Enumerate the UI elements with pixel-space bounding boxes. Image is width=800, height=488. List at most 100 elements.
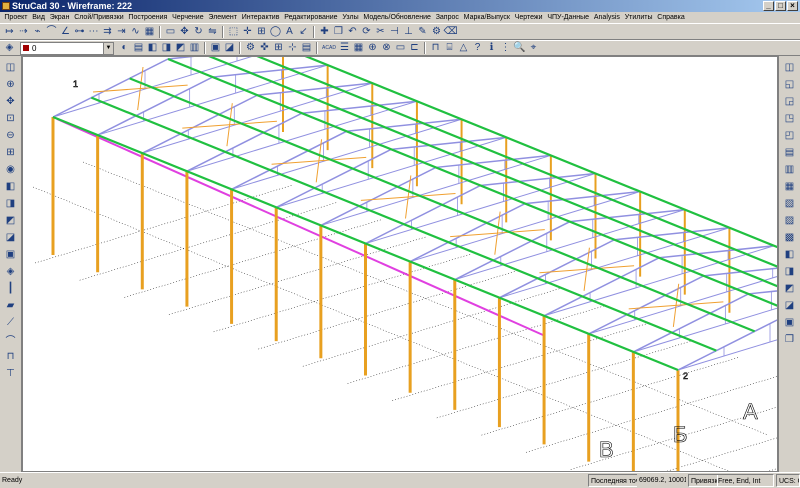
assembly-icon[interactable]: ◰ xyxy=(783,128,797,142)
nc-icon[interactable]: ◪ xyxy=(783,298,797,312)
target-icon[interactable]: ◉ xyxy=(4,162,18,176)
crosshair-icon[interactable]: ⌖ xyxy=(527,42,540,55)
layer-stack-icon[interactable]: ▤ xyxy=(132,42,145,55)
view-side-icon[interactable]: ◪ xyxy=(4,230,18,244)
plate-icon[interactable]: ▭ xyxy=(394,42,407,55)
polyline-icon[interactable]: ⌁ xyxy=(31,25,44,38)
stair-icon[interactable]: ⌸ xyxy=(443,42,456,55)
schedule-icon[interactable]: ☰ xyxy=(338,42,351,55)
pan-icon[interactable]: ✥ xyxy=(4,94,18,108)
zoom-out-icon[interactable]: ⊖ xyxy=(4,128,18,142)
zoom-icon[interactable]: 🔍 xyxy=(513,42,526,55)
snap-settings-icon[interactable]: ✜ xyxy=(258,42,271,55)
menu-help[interactable]: Справка xyxy=(655,12,687,23)
report-icon[interactable]: ▦ xyxy=(352,42,365,55)
pen-icon[interactable]: ✎ xyxy=(416,25,429,38)
menu-cnc-data[interactable]: ЧПУ-Данные xyxy=(545,12,592,23)
copy-icon[interactable]: ❐ xyxy=(332,25,345,38)
menu-element[interactable]: Элемент xyxy=(206,12,239,23)
menu-nodes[interactable]: Узлы xyxy=(340,12,361,23)
mirror-icon[interactable]: ⇋ xyxy=(206,25,219,38)
properties-icon[interactable]: ⚙ xyxy=(430,25,443,38)
zoom-in-icon[interactable]: ⊕ xyxy=(4,77,18,91)
view-iso-icon[interactable]: ◈ xyxy=(4,264,18,278)
menu-edit[interactable]: Редактирование xyxy=(282,12,340,23)
arc-icon[interactable]: ⌒ xyxy=(45,25,58,38)
layer-color-icon[interactable]: ◩ xyxy=(174,42,187,55)
layer-lock-icon[interactable]: ◨ xyxy=(160,42,173,55)
drawing-icon[interactable]: ▤ xyxy=(783,145,797,159)
arrow-line-icon[interactable]: ⇢ xyxy=(17,25,30,38)
menu-utilities[interactable]: Утилиты xyxy=(622,12,655,23)
hatch-icon[interactable]: ▦ xyxy=(143,25,156,38)
extend-icon[interactable]: ⇥ xyxy=(115,25,128,38)
bolt-list-icon[interactable]: ⋮ xyxy=(499,42,512,55)
brace-icon[interactable]: ⟋ xyxy=(4,315,18,329)
region-icon[interactable]: ⬚ xyxy=(227,25,240,38)
spline-icon[interactable]: ∿ xyxy=(129,25,142,38)
ortho-icon[interactable]: ⊹ xyxy=(286,42,299,55)
wireframe-3d-model[interactable]: А Б В 1 2 xyxy=(23,57,778,472)
point-icon[interactable]: ✛ xyxy=(241,25,254,38)
beam-icon[interactable]: ⊤ xyxy=(4,366,18,380)
import-icon[interactable]: ◩ xyxy=(783,281,797,295)
weld-detail-icon[interactable]: ◧ xyxy=(783,247,797,261)
weld-icon[interactable]: ⊗ xyxy=(380,42,393,55)
menu-query[interactable]: Запрос xyxy=(433,12,461,23)
layer-freeze-icon[interactable]: ◧ xyxy=(146,42,159,55)
clipboard-icon[interactable]: ❐ xyxy=(783,332,797,346)
angle-icon[interactable]: ∠ xyxy=(59,25,72,38)
menu-project[interactable]: Проект xyxy=(2,12,30,23)
layer-manager-icon[interactable]: ◈ xyxy=(3,42,16,55)
view-toggle-icon[interactable]: ◧ xyxy=(4,179,18,193)
menu-construction[interactable]: Построения xyxy=(126,12,170,23)
detail-icon[interactable]: ▦ xyxy=(783,179,797,193)
maximize-button[interactable]: □ xyxy=(775,1,786,11)
menu-model-update[interactable]: Модель/Обновление xyxy=(361,12,433,23)
cut-icon[interactable]: ✂ xyxy=(374,25,387,38)
info-icon[interactable]: ℹ xyxy=(485,42,498,55)
parts-list-icon[interactable]: ▨ xyxy=(783,213,797,227)
model-viewport[interactable]: А Б В 1 2 xyxy=(22,56,778,472)
bolt-detail-icon[interactable]: ▩ xyxy=(783,230,797,244)
dimension-icon[interactable]: ⊞ xyxy=(255,25,268,38)
minimize-button[interactable]: _ xyxy=(763,1,774,11)
menu-view[interactable]: Вид xyxy=(30,12,47,23)
close-button[interactable]: × xyxy=(787,1,798,11)
leader-icon[interactable]: ↙ xyxy=(297,25,310,38)
section-icon[interactable]: ⊏ xyxy=(408,42,421,55)
undo-icon[interactable]: ↶ xyxy=(346,25,359,38)
rectangle-icon[interactable]: ▭ xyxy=(164,25,177,38)
line-tool-icon[interactable]: ↦ xyxy=(3,25,16,38)
menu-drafting[interactable]: Черчение xyxy=(170,12,206,23)
arch-icon[interactable]: ⌒ xyxy=(4,332,18,347)
node-icon[interactable]: ⊶ xyxy=(73,25,86,38)
isolate-icon[interactable]: ◪ xyxy=(223,42,236,55)
render-icon[interactable]: ◨ xyxy=(4,196,18,210)
marking-icon[interactable]: ▧ xyxy=(783,196,797,210)
layer-select[interactable]: 0 ▼ xyxy=(20,41,114,55)
menu-interactive[interactable]: Интерактив xyxy=(239,12,281,23)
grid-icon[interactable]: ⊞ xyxy=(272,42,285,55)
view-front-icon[interactable]: ◩ xyxy=(4,213,18,227)
view-cube-icon[interactable]: ◫ xyxy=(4,60,18,74)
layer-on-icon[interactable]: ◐ xyxy=(118,42,131,55)
table-icon[interactable]: ▤ xyxy=(300,42,313,55)
refresh-icon[interactable]: ⟳ xyxy=(360,25,373,38)
offset-icon[interactable]: ⇉ xyxy=(101,25,114,38)
menu-mark-issue[interactable]: Марка/Выпуск xyxy=(461,12,512,23)
title-bar[interactable]: StruCad 30 - Wireframe: 222 _ □ × xyxy=(0,0,800,12)
portal-icon[interactable]: ⊓ xyxy=(4,349,18,363)
node-edit-icon[interactable]: ◲ xyxy=(783,94,797,108)
menu-screen[interactable]: Экран xyxy=(47,12,72,23)
chain-icon[interactable]: ⋯ xyxy=(87,25,100,38)
menu-drawings[interactable]: Чертежи xyxy=(512,12,545,23)
rotate-icon[interactable]: ↻ xyxy=(192,25,205,38)
export-icon[interactable]: ◨ xyxy=(783,264,797,278)
sheet-icon[interactable]: ▥ xyxy=(783,162,797,176)
move-icon[interactable]: ✥ xyxy=(178,25,191,38)
bolt-icon[interactable]: ⊕ xyxy=(366,42,379,55)
member-icon[interactable]: ◱ xyxy=(783,77,797,91)
print-icon[interactable]: ▣ xyxy=(783,315,797,329)
text-icon[interactable]: A xyxy=(283,25,296,38)
